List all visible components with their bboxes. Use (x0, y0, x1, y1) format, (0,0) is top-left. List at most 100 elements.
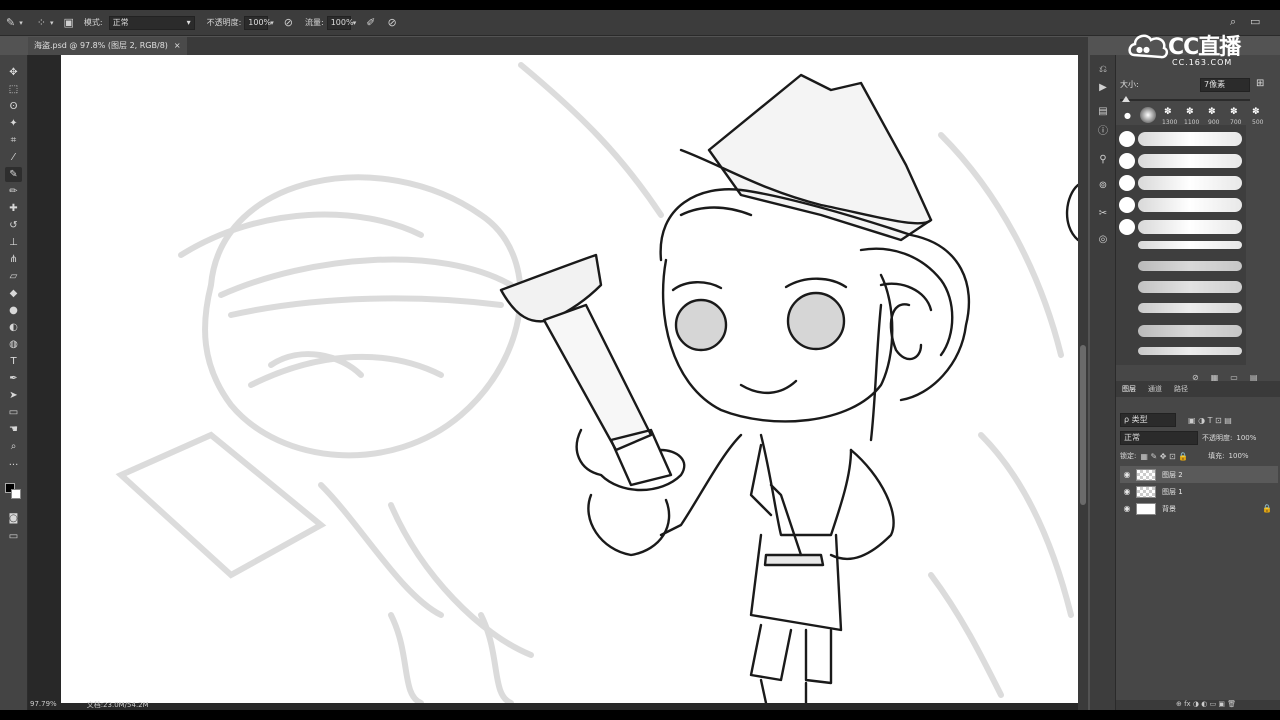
brush-stroke-9[interactable] (1138, 303, 1242, 313)
brush-size-field[interactable]: 7像素 (1200, 78, 1250, 92)
screen-mode-icon[interactable]: ▭ (5, 529, 22, 544)
brush-dot-4[interactable] (1119, 197, 1135, 213)
tab-paths[interactable]: 路径 (1174, 381, 1188, 397)
brush-stroke-6[interactable] (1138, 241, 1242, 249)
lock-icons[interactable]: ▦ ✎ ✥ ⊡ 🔒 (1140, 452, 1188, 461)
blur-tool-icon[interactable]: ● (5, 303, 22, 318)
actions-panel-icon[interactable]: ▶ (1096, 81, 1110, 95)
quick-mask-icon[interactable]: ◙ (5, 511, 22, 526)
layer-filter-select[interactable]: ρ 类型 (1120, 413, 1176, 427)
info-panel-icon[interactable]: ⓘ (1096, 125, 1110, 139)
doc-info[interactable]: 文档:23.0M/54.2M (87, 700, 149, 710)
preset-soft-icon[interactable] (1140, 107, 1156, 123)
layer-name[interactable]: 图层 2 (1162, 470, 1183, 480)
path-selection-tool-icon[interactable]: ➤ (5, 388, 22, 403)
pen-tool-icon[interactable]: ✒ (5, 371, 22, 386)
flow-field[interactable]: 100% (326, 15, 354, 30)
eraser-tool-icon[interactable]: ▱ (5, 269, 22, 284)
crop-tool-icon[interactable]: ⌗ (5, 133, 22, 148)
preset-900[interactable]: ✽ (1208, 107, 1216, 117)
brush-stroke-3[interactable] (1138, 176, 1242, 190)
airbrush-icon[interactable]: ✐ (366, 16, 375, 29)
layer-opacity-value[interactable]: 100% (1236, 434, 1256, 442)
eyedropper-tool-icon[interactable]: ⁄ (5, 150, 22, 165)
tab-channels[interactable]: 通道 (1148, 381, 1162, 397)
brush-dot-1[interactable] (1119, 131, 1135, 147)
magic-wand-tool-icon[interactable]: ✦ (5, 116, 22, 131)
brush-stroke-10[interactable] (1138, 325, 1242, 337)
brush-panel-toggle-icon[interactable]: ▣ (63, 16, 73, 29)
document-tab[interactable]: 海盗.psd @ 97.8% (图层 2, RGB/8) × (28, 37, 187, 55)
preset-dot-icon[interactable]: ● (1124, 111, 1131, 120)
brush-settings-icon[interactable]: ⚲ (1096, 153, 1110, 167)
brush-preset-picker[interactable]: ⁘ ▾ (37, 16, 54, 29)
close-tab-icon[interactable]: × (174, 37, 181, 55)
new-brush-icon[interactable]: ⊞ (1256, 78, 1264, 89)
brush-size-slider-knob[interactable] (1122, 96, 1130, 102)
layer-name[interactable]: 背景 (1162, 504, 1176, 514)
mixer-brush-tool-icon[interactable]: ⋔ (5, 252, 22, 267)
brush-tool-icon[interactable]: ✎ (5, 167, 22, 182)
brush-dot-3[interactable] (1119, 175, 1135, 191)
pressure-size-icon[interactable]: ⊘ (387, 16, 396, 29)
brush-stroke-list[interactable] (1116, 125, 1246, 365)
more-tools-icon[interactable]: ··· (5, 458, 22, 473)
history-panel-icon[interactable]: ⎌ (1096, 63, 1110, 77)
brush-stroke-11[interactable] (1138, 347, 1242, 355)
lasso-tool-icon[interactable]: ʘ (5, 99, 22, 114)
sponge-tool-icon[interactable]: ◍ (5, 337, 22, 352)
stamp-tool-icon[interactable]: ⊥ (5, 235, 22, 250)
healing-tool-icon[interactable]: ✚ (5, 201, 22, 216)
opacity-field[interactable]: 100% (244, 15, 271, 30)
move-tool-icon[interactable]: ✥ (5, 65, 22, 80)
brush-dot-2[interactable] (1119, 153, 1135, 169)
layer-row[interactable]: ◉ 图层 2 (1120, 466, 1278, 483)
eye-icon[interactable]: ◉ (1120, 504, 1134, 513)
eye-icon[interactable]: ◉ (1120, 487, 1134, 496)
eye-icon[interactable]: ◉ (1120, 470, 1134, 479)
brush-tool-icon[interactable]: ✎ ▾ (6, 16, 23, 29)
cc-live-logo: ●● CC直播 CC.163.COM (1126, 27, 1276, 73)
brush-stroke-1[interactable] (1138, 132, 1242, 146)
zoom-level[interactable]: 97.79% (30, 700, 57, 710)
brush-size-slider[interactable] (1120, 96, 1250, 102)
vertical-scrollbar[interactable] (1078, 55, 1088, 710)
mode-select[interactable]: 正常 ▾ (108, 15, 195, 30)
preset-500[interactable]: ✽ (1252, 107, 1260, 117)
preset-1300[interactable]: ✽ (1164, 107, 1172, 117)
history-brush-tool-icon[interactable]: ↺ (5, 218, 22, 233)
preset-700[interactable]: ✽ (1230, 107, 1238, 117)
layer-name[interactable]: 图层 1 (1162, 487, 1183, 497)
layers-footer-icons[interactable]: ⊕ fx ◑ ◐ ▭ ▣ 🗑 (1176, 700, 1236, 710)
brush-stroke-2[interactable] (1138, 154, 1242, 168)
fill-value[interactable]: 100% (1229, 452, 1249, 460)
brush-stroke-4[interactable] (1138, 198, 1242, 212)
pencil-tool-icon[interactable]: ✏ (5, 184, 22, 199)
brush-stroke-7[interactable] (1138, 261, 1242, 271)
paint-bucket-tool-icon[interactable]: ◆ (5, 286, 22, 301)
background-color-swatch[interactable] (11, 489, 21, 499)
drawing-canvas[interactable] (61, 55, 1078, 703)
swatches-panel-icon[interactable]: ◎ (1096, 233, 1110, 247)
tab-layers[interactable]: 图层 (1122, 381, 1136, 397)
dodge-tool-icon[interactable]: ◐ (5, 320, 22, 335)
brush-stroke-8[interactable] (1138, 281, 1242, 293)
pressure-opacity-icon[interactable]: ⊘ (284, 16, 293, 29)
layer-row[interactable]: ◉ 背景 🔒 (1120, 500, 1278, 517)
filter-icons[interactable]: ▣ ◑ T ⊡ ▤ (1188, 416, 1232, 425)
vertical-scroll-thumb[interactable] (1080, 345, 1086, 505)
rotate-view-tool-icon[interactable]: ☚ (5, 422, 22, 437)
preset-1100[interactable]: ✽ (1186, 107, 1194, 117)
tool-presets-icon[interactable]: ✂ (1096, 207, 1110, 221)
brush-stroke-5[interactable] (1138, 220, 1242, 234)
zoom-tool-icon[interactable]: ⌕ (5, 439, 22, 454)
type-tool-icon[interactable]: T (5, 354, 22, 369)
layer-row[interactable]: ◉ 图层 1 (1120, 483, 1278, 500)
blend-row: 正常 不透明度: 100% (1120, 431, 1278, 445)
marquee-tool-icon[interactable]: ⬚ (5, 82, 22, 97)
brush-dot-5[interactable] (1119, 219, 1135, 235)
properties-panel-icon[interactable]: ▤ (1096, 105, 1110, 119)
clone-source-icon[interactable]: ⊚ (1096, 179, 1110, 193)
blend-mode-select[interactable]: 正常 (1120, 431, 1198, 445)
shape-tool-icon[interactable]: ▭ (5, 405, 22, 420)
